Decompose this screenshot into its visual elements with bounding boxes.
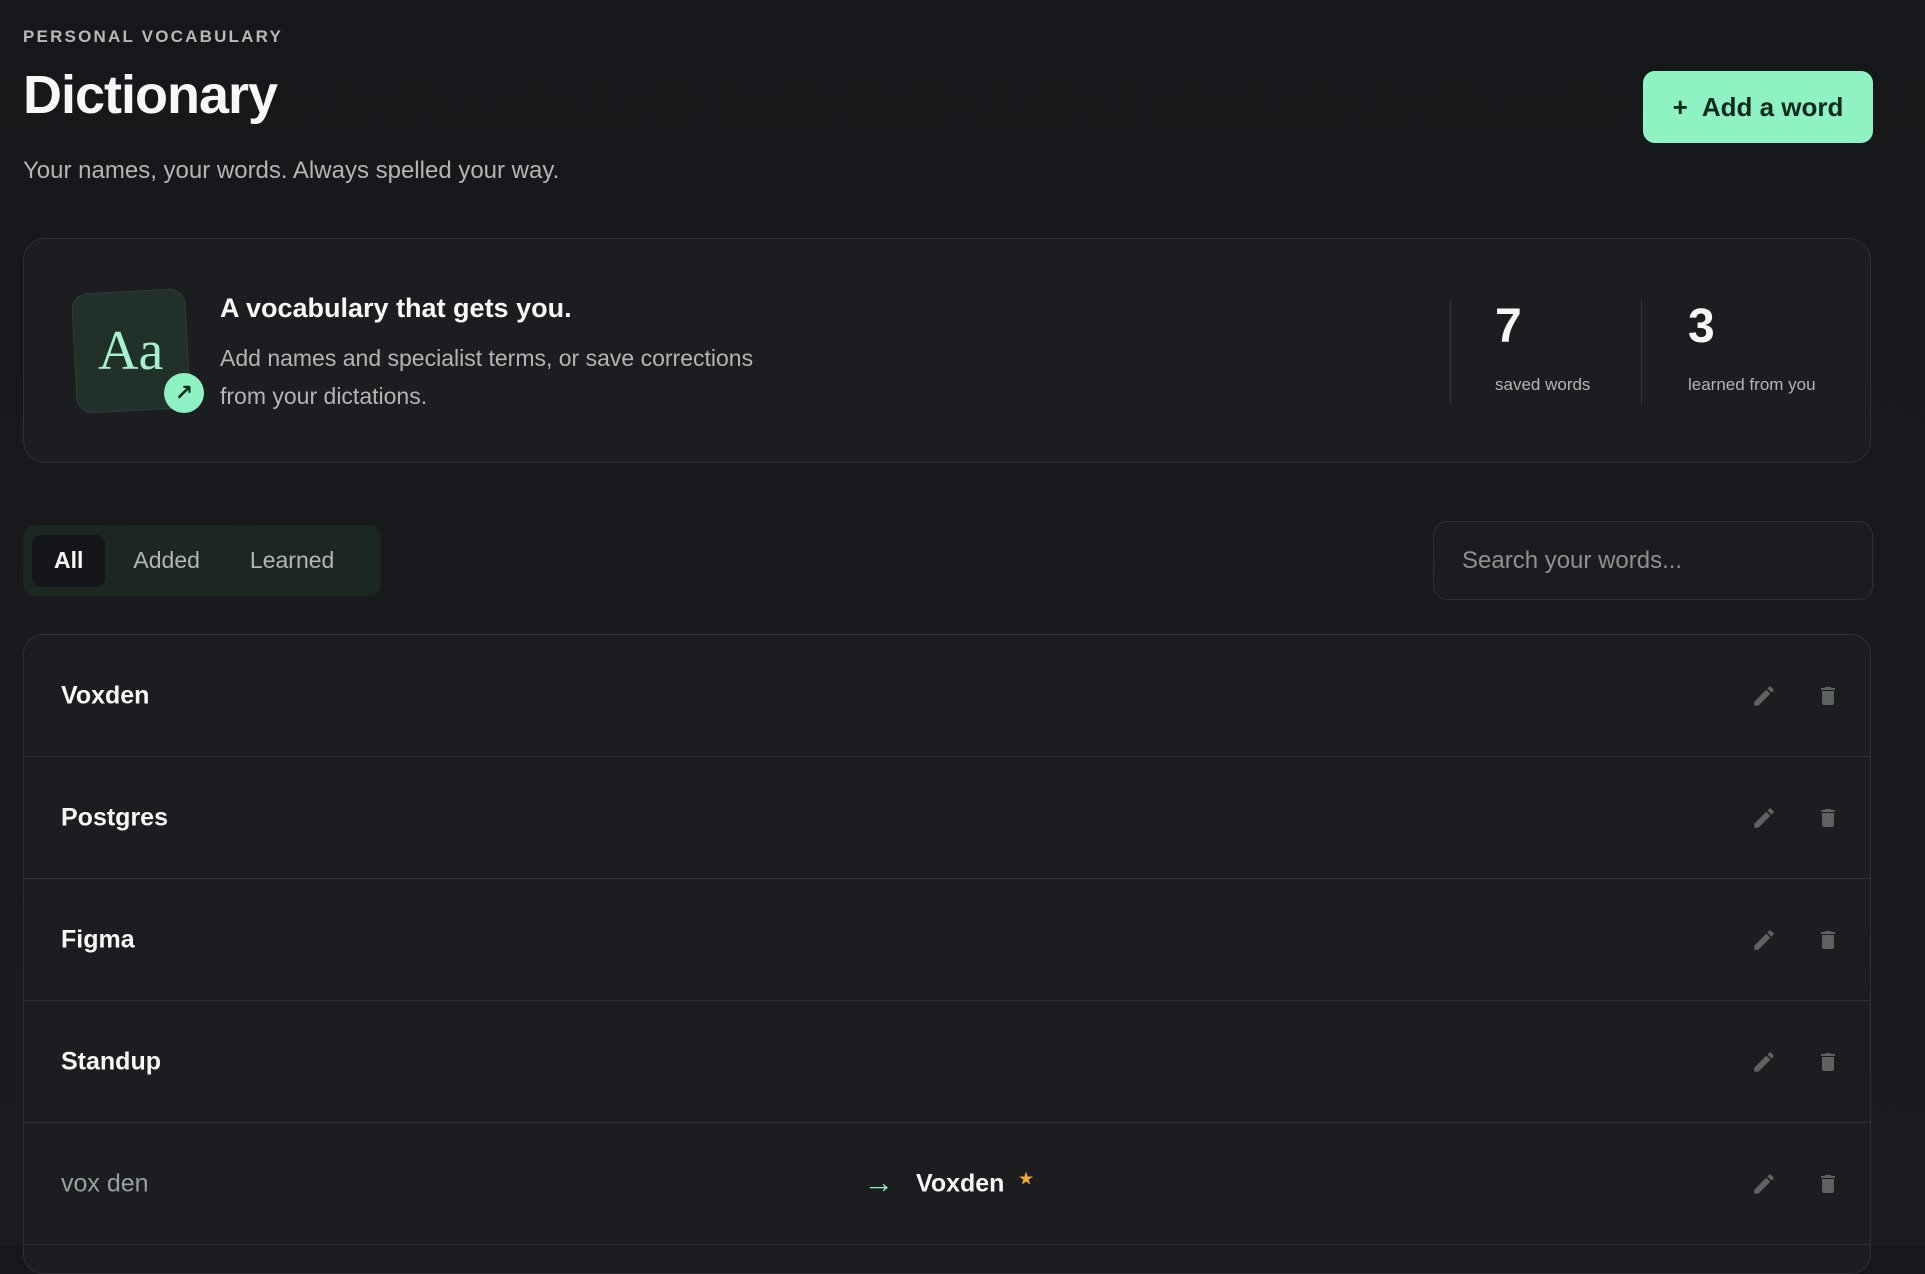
stat-divider: [1450, 299, 1451, 405]
trash-icon[interactable]: [1810, 678, 1846, 714]
stat-value: 7: [1495, 300, 1522, 353]
edit-icon[interactable]: [1746, 1044, 1782, 1080]
trash-icon[interactable]: [1810, 1166, 1846, 1202]
stat-saved-words: 7 saved words: [1495, 303, 1590, 395]
edit-icon[interactable]: [1746, 1166, 1782, 1202]
edit-icon[interactable]: [1746, 922, 1782, 958]
summary-description-line: from your dictations.: [220, 383, 428, 409]
word-text: Figma: [61, 925, 135, 953]
word-text: Voxden: [61, 681, 150, 709]
tab-added[interactable]: Added: [111, 535, 222, 587]
dictionary-page: PERSONAL VOCABULARY Dictionary Your name…: [23, 0, 1873, 1274]
summary-description-line: Add names and specialist terms, or save …: [220, 345, 754, 371]
word-row: Voxden: [24, 635, 1870, 757]
word-list: Voxden Postgres Figma Standup vox den → …: [23, 634, 1871, 1274]
add-word-label: Add a word: [1701, 91, 1844, 122]
replacement-text: Voxden: [916, 1169, 1005, 1197]
plus-icon: +: [1672, 91, 1688, 122]
vocabulary-summary-card: Aa ↗ A vocabulary that gets you. Add nam…: [23, 238, 1871, 463]
tab-learned[interactable]: Learned: [228, 535, 356, 587]
search-input[interactable]: [1433, 521, 1873, 600]
stat-value: 3: [1688, 300, 1715, 353]
page-eyebrow: PERSONAL VOCABULARY: [23, 27, 283, 46]
stat-learned-from-you: 3 learned from you: [1688, 303, 1816, 395]
word-text: Postgres: [61, 803, 168, 831]
stat-divider: [1641, 299, 1642, 405]
word-row: Figma: [24, 879, 1870, 1001]
trash-icon[interactable]: [1810, 1044, 1846, 1080]
add-word-button[interactable]: + Add a word: [1643, 71, 1873, 143]
heard-text: vox den: [61, 1169, 149, 1197]
summary-description: Add names and specialist terms, or save …: [220, 339, 820, 415]
word-row: Standup: [24, 1001, 1870, 1123]
word-row: Postgres: [24, 757, 1870, 879]
aa-glyph: Aa: [98, 320, 164, 383]
star-icon: ★: [1018, 1167, 1035, 1188]
page-title: Dictionary: [23, 65, 278, 125]
correction-row: vox den → Voxden ★: [24, 1123, 1870, 1245]
edit-icon[interactable]: [1746, 800, 1782, 836]
trash-icon[interactable]: [1810, 922, 1846, 958]
tab-all[interactable]: All: [32, 534, 106, 587]
edit-icon[interactable]: [1746, 678, 1782, 714]
stat-label: learned from you: [1688, 375, 1816, 394]
page-subtitle: Your names, your words. Always spelled y…: [23, 157, 560, 184]
word-text: Standup: [61, 1047, 161, 1075]
filter-tabs: All Added Learned: [23, 525, 381, 596]
trash-icon[interactable]: [1810, 800, 1846, 836]
arrow-up-right-icon: ↗: [164, 373, 204, 413]
stat-label: saved words: [1495, 375, 1591, 394]
summary-heading: A vocabulary that gets you.: [220, 293, 572, 323]
arrow-right-icon: →: [864, 1165, 894, 1199]
